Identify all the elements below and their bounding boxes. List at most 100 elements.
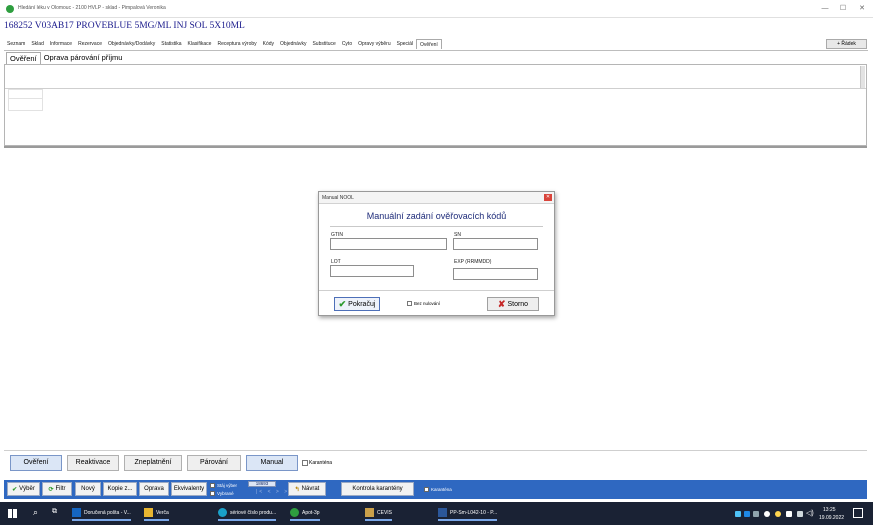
dialog-title: Manual NOOL: [322, 195, 354, 201]
search-icon[interactable]: ⌕: [33, 507, 38, 518]
subtab-oprava-parovani[interactable]: Oprava párování příjmu: [41, 52, 126, 64]
heading-divider: [330, 226, 543, 227]
tray-icon[interactable]: [735, 511, 741, 517]
task-cevis-label: CEVIS: [377, 509, 393, 516]
task-edge[interactable]: sériové číslo produ...: [218, 506, 277, 521]
check-icon: ✔: [12, 486, 18, 493]
tray-icon[interactable]: [786, 511, 792, 517]
subtab-overeni[interactable]: Ověření: [6, 52, 41, 64]
no-zeroing-checkbox[interactable]: [407, 301, 412, 306]
back-label: Návrat: [301, 486, 320, 492]
task-verca[interactable]: Verča: [144, 506, 169, 521]
selected-checkbox[interactable]: [210, 491, 215, 496]
outlook-icon: [72, 508, 81, 517]
grid-scrollbar[interactable]: [860, 66, 865, 88]
task-apot[interactable]: Apot-3p: [290, 506, 320, 521]
tray-icon[interactable]: [764, 511, 770, 517]
exp-field[interactable]: [453, 268, 538, 280]
title-bar: Hledání léku v Olomouc - 2100 HVLP - skl…: [0, 0, 873, 18]
task-word[interactable]: PP-Sm-L042-10 - P...: [438, 506, 498, 521]
task-outlook-label: Doručená pošta - V...: [84, 509, 131, 516]
start-icon[interactable]: [8, 509, 17, 518]
tab-divider: [4, 50, 868, 51]
footer-divider: [319, 290, 554, 291]
filter-button[interactable]: ⟳ Filtr: [42, 482, 72, 496]
tray-icon[interactable]: [753, 511, 759, 517]
quarantine-check-button[interactable]: Kontrola karantény: [341, 482, 414, 496]
grid-header-strip: [5, 65, 866, 89]
cevis-icon: [365, 508, 374, 517]
edge-icon: [218, 508, 227, 517]
pairing-button[interactable]: Párování: [187, 455, 241, 471]
volume-icon[interactable]: ◁): [806, 509, 814, 517]
tab-klasifikace[interactable]: Klasifikace: [185, 39, 215, 49]
tab-sklad[interactable]: Sklad: [28, 39, 47, 49]
task-verca-label: Verča: [156, 509, 169, 516]
dialog-close-button[interactable]: ✕: [544, 194, 552, 201]
tray-icon[interactable]: [744, 511, 750, 517]
tab-overeni[interactable]: Ověření: [416, 39, 442, 49]
panel-splitter[interactable]: [4, 146, 867, 148]
equivalents-button[interactable]: Ekvivalenty: [171, 482, 207, 496]
notifications-icon[interactable]: [853, 508, 863, 518]
grid-cell[interactable]: [8, 99, 43, 111]
window-title: Hledání léku v Olomouc - 2100 HVLP - skl…: [18, 5, 166, 11]
new-record-button[interactable]: + Řádek: [826, 39, 867, 49]
task-view-icon[interactable]: ⧉: [52, 508, 57, 516]
select-button[interactable]: ✔ Výběr: [7, 482, 40, 496]
tab-substituce[interactable]: Substituce: [309, 39, 338, 49]
toolbar-quarantine-label: Karanténa: [431, 487, 452, 492]
checkmark-icon: ✔: [338, 298, 347, 309]
filter-label: Filtr: [55, 486, 66, 492]
toolbar-quarantine-checkbox[interactable]: [424, 487, 429, 492]
lot-field[interactable]: [330, 265, 414, 277]
close-window-button[interactable]: ✕: [855, 4, 869, 14]
manual-button[interactable]: Manual: [246, 455, 298, 471]
network-icon[interactable]: [797, 511, 803, 517]
refresh-icon: ⟳: [48, 486, 54, 493]
tab-cyto[interactable]: Cyto: [339, 39, 355, 49]
manual-nool-dialog: Manual NOOL ✕ Manuální zadání ověřovacíc…: [318, 191, 555, 316]
gtin-field[interactable]: [330, 238, 447, 250]
invalidate-button[interactable]: Zneplatnění: [124, 455, 182, 471]
back-button[interactable]: ↰ Návrat: [288, 482, 326, 496]
word-icon: [438, 508, 447, 517]
new-button[interactable]: Nový: [75, 482, 101, 496]
back-icon: ↰: [294, 486, 300, 493]
continue-label: Pokračuj: [348, 300, 376, 308]
select-all-checkbox[interactable]: [210, 483, 215, 488]
tab-rezervace[interactable]: Rezervace: [75, 39, 105, 49]
tab-informace[interactable]: Informace: [47, 39, 75, 49]
tab-special[interactable]: Speciál: [394, 39, 416, 49]
tab-objednavky-dodavky[interactable]: Objednávky/Dodávky: [105, 39, 158, 49]
product-title: 168252 V03AB17 PROVEBLUE 5MG/ML INJ SOL …: [4, 21, 245, 31]
clock-date[interactable]: 19.09.2022: [819, 515, 844, 521]
verify-button[interactable]: Ověření: [10, 455, 62, 471]
maximize-button[interactable]: ☐: [836, 4, 850, 14]
record-navigator[interactable]: |< < > >|: [256, 489, 292, 495]
tray-icon[interactable]: [775, 511, 781, 517]
minimize-button[interactable]: —: [818, 4, 832, 14]
quarantine-checkbox[interactable]: [302, 460, 308, 466]
edit-button[interactable]: Oprava: [139, 482, 169, 496]
continue-button[interactable]: ✔ Pokračuj: [334, 297, 380, 311]
tab-opravy-vyberu[interactable]: Opravy výběru: [355, 39, 394, 49]
grid-cell[interactable]: [8, 89, 43, 99]
task-outlook[interactable]: Doručená pošta - V...: [72, 506, 131, 521]
selected-label: Vybrané: [217, 491, 234, 496]
cancel-button[interactable]: ✘ Storno: [487, 297, 539, 311]
tab-kody[interactable]: Kódy: [260, 39, 277, 49]
sn-field[interactable]: [453, 238, 538, 250]
tab-statistika[interactable]: Statistika: [158, 39, 184, 49]
copy-from-button[interactable]: Kopie z...: [103, 482, 137, 496]
task-apot-label: Apot-3p: [302, 509, 320, 516]
tab-seznam[interactable]: Seznam: [4, 39, 28, 49]
task-cevis[interactable]: CEVIS: [365, 506, 393, 521]
clock-time[interactable]: 13:25: [823, 507, 836, 513]
exp-label: EXP (RRMMDD): [454, 259, 492, 265]
tab-objednavky[interactable]: Objednávky: [277, 39, 309, 49]
tab-receptura-vyroby[interactable]: Receptura výroby: [214, 39, 259, 49]
cancel-label: Storno: [507, 300, 529, 308]
record-counter: 18693: [248, 481, 276, 487]
reactivate-button[interactable]: Reaktivace: [67, 455, 119, 471]
